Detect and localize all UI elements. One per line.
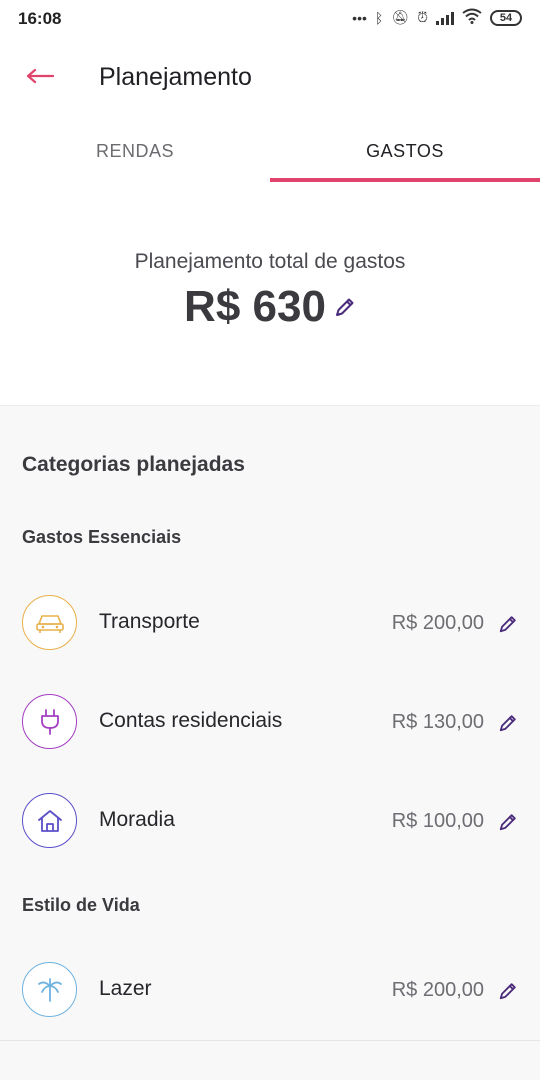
summary-card: Planejamento total de gastos R$ 630 [0, 182, 540, 406]
category-label: Moradia [99, 808, 175, 831]
mute-icon: 🔕︎ [391, 9, 410, 25]
edit-category-button[interactable] [496, 810, 520, 834]
edit-total-button[interactable] [334, 296, 356, 318]
divider [0, 1040, 540, 1041]
pencil-icon [499, 814, 516, 831]
edit-category-button[interactable] [496, 979, 520, 1003]
category-row-moradia[interactable]: Moradia R$ 100,00 [0, 786, 540, 856]
summary-value: R$ 630 [184, 282, 326, 331]
tab-rendas[interactable]: RENDAS [0, 120, 270, 182]
category-row-contas-residenciais[interactable]: Contas residenciais R$ 130,00 [0, 687, 540, 757]
group-title-estilo-de-vida: Estilo de Vida [22, 895, 140, 915]
house-icon [22, 793, 77, 848]
category-row-lazer[interactable]: Lazer R$ 200,00 [0, 955, 540, 1025]
category-label: Contas residenciais [99, 709, 283, 732]
edit-category-button[interactable] [496, 612, 520, 636]
category-value: R$ 130,00 [391, 711, 484, 733]
category-label: Lazer [99, 977, 152, 1000]
signal-icon [436, 11, 454, 25]
categories-title: Categorias planejadas [22, 453, 245, 476]
wifi-icon [462, 8, 482, 27]
status-bar: 16:08 ••• ᛒ 🔕︎ ⏰︎ 54 [0, 0, 540, 38]
pencil-icon [499, 715, 516, 732]
group-title-gastos-essenciais: Gastos Essenciais [22, 527, 182, 547]
bluetooth-icon: ᛒ [374, 9, 384, 26]
more-dots-icon: ••• [352, 9, 367, 26]
status-time: 16:08 [18, 9, 62, 28]
alarm-icon: ⏰︎ [417, 9, 428, 25]
category-value: R$ 100,00 [391, 810, 484, 832]
pencil-icon [499, 616, 516, 633]
battery-icon: 54 [490, 9, 522, 26]
status-icons: ••• ᛒ 🔕︎ ⏰︎ 54 [352, 8, 522, 27]
back-button[interactable] [20, 56, 60, 96]
tab-gastos[interactable]: GASTOS [270, 120, 540, 182]
category-row-transporte[interactable]: Transporte R$ 200,00 [0, 588, 540, 658]
app-bar: Planejamento [0, 38, 540, 120]
tab-bar: RENDAS GASTOS [0, 120, 540, 182]
edit-category-button[interactable] [496, 711, 520, 735]
summary-label: Planejamento total de gastos [134, 250, 406, 273]
arrow-left-icon [26, 68, 54, 84]
pencil-icon [499, 983, 516, 1000]
palm-tree-icon [22, 962, 77, 1017]
page-title: Planejamento [99, 63, 252, 91]
category-label: Transporte [99, 610, 200, 633]
category-value: R$ 200,00 [391, 979, 484, 1001]
category-value: R$ 200,00 [391, 612, 484, 634]
pencil-icon [335, 298, 354, 316]
car-icon [22, 595, 77, 650]
plug-icon [22, 694, 77, 749]
summary-value-row: R$ 630 [0, 282, 540, 332]
